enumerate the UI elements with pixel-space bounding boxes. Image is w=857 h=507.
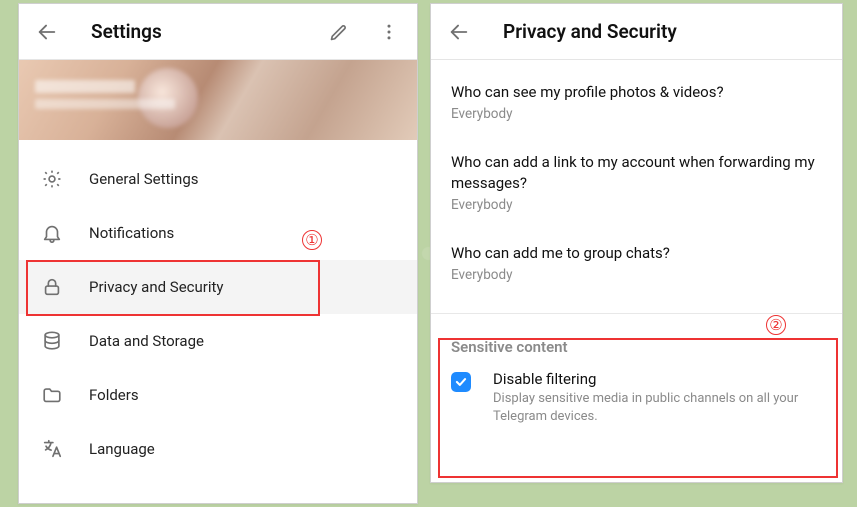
settings-panel: Settings General Settings Notifications [18,3,418,504]
disable-filtering-option[interactable]: Disable filtering Display sensitive medi… [431,370,842,443]
privacy-item-group-chats[interactable]: Who can add me to group chats? Everybody [451,243,822,283]
menu-label: Folders [89,386,139,404]
check-icon [454,375,468,389]
privacy-item-value: Everybody [451,267,822,283]
privacy-item-title: Who can add me to group chats? [451,243,822,263]
lock-icon [41,276,63,298]
gear-icon [41,168,63,190]
profile-text-blur [35,80,175,109]
arrow-left-icon [36,21,58,43]
edit-button[interactable] [319,12,359,52]
menu-label: Notifications [89,224,174,242]
option-description: Display sensitive media in public channe… [493,390,822,425]
menu-item-notifications[interactable]: Notifications [19,206,417,260]
bell-icon [41,222,63,244]
menu-label: General Settings [89,170,199,188]
back-button[interactable] [439,12,479,52]
menu-item-privacy[interactable]: Privacy and Security [19,260,417,314]
menu-item-data[interactable]: Data and Storage [19,314,417,368]
option-body: Disable filtering Display sensitive medi… [493,370,822,425]
menu-label: Privacy and Security [89,278,224,296]
back-button[interactable] [27,12,67,52]
annotation-label-2: ② [766,315,786,335]
folder-icon [41,384,63,406]
database-icon [41,330,63,352]
settings-header: Settings [19,4,417,60]
arrow-left-icon [448,21,470,43]
privacy-settings-list: Who can see my profile photos & videos? … [431,60,842,283]
settings-menu: General Settings Notifications Privacy a… [19,140,417,476]
option-title: Disable filtering [493,370,822,388]
menu-item-language[interactable]: Language [19,422,417,476]
privacy-item-profile-photos[interactable]: Who can see my profile photos & videos? … [451,82,822,122]
checkbox-checked[interactable] [451,372,471,392]
menu-label: Language [89,440,155,458]
privacy-item-forward-link[interactable]: Who can add a link to my account when fo… [451,152,822,213]
profile-hero[interactable] [19,60,417,140]
language-icon [41,438,63,460]
settings-title: Settings [91,20,309,43]
privacy-title: Privacy and Security [503,20,834,43]
more-vertical-icon [379,22,399,42]
pencil-icon [329,22,349,42]
menu-item-general[interactable]: General Settings [19,152,417,206]
privacy-item-value: Everybody [451,106,822,122]
privacy-item-title: Who can add a link to my account when fo… [451,152,822,193]
menu-item-folders[interactable]: Folders [19,368,417,422]
more-button[interactable] [369,12,409,52]
privacy-header: Privacy and Security [431,4,842,60]
annotation-label-1: ① [302,230,322,250]
privacy-panel: Privacy and Security Who can see my prof… [430,3,843,483]
privacy-item-value: Everybody [451,197,822,213]
menu-label: Data and Storage [89,332,204,350]
privacy-item-title: Who can see my profile photos & videos? [451,82,822,102]
